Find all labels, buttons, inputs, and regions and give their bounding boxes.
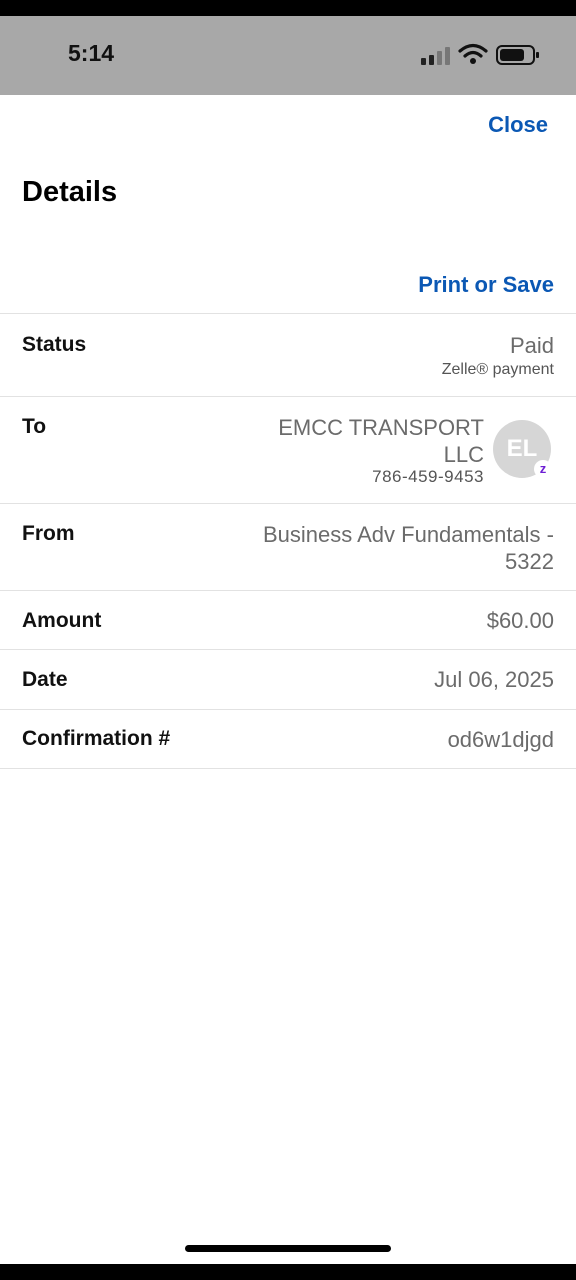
home-indicator[interactable] xyxy=(185,1245,391,1252)
from-label: From xyxy=(22,522,75,545)
divider xyxy=(0,313,576,314)
payee-name: EMCC TRANSPORT LLC xyxy=(278,415,484,467)
date-value: Jul 06, 2025 xyxy=(434,667,554,692)
confirmation-number: od6w1djgd xyxy=(447,727,554,752)
status-bar: 5:14 xyxy=(0,16,576,95)
battery-icon xyxy=(496,45,539,65)
to-label: To xyxy=(22,415,47,438)
amount-label: Amount xyxy=(22,609,102,632)
divider xyxy=(0,503,576,504)
divider xyxy=(0,709,576,710)
close-button[interactable]: Close xyxy=(488,112,548,138)
divider xyxy=(0,649,576,650)
status-value: Paid xyxy=(509,333,554,358)
cellular-signal-icon xyxy=(421,47,451,65)
divider xyxy=(0,396,576,397)
screen: 5:14 Close Details Print or Save Status … xyxy=(0,0,576,1280)
status-time: 5:14 xyxy=(68,40,115,66)
status-label: Status xyxy=(22,333,87,356)
date-label: Date xyxy=(22,668,68,691)
page-title: Details xyxy=(22,176,118,208)
print-or-save-button[interactable]: Print or Save xyxy=(418,272,554,298)
from-account: Business Adv Fundamentals - 5322 xyxy=(262,522,554,574)
top-bezel xyxy=(0,0,576,16)
divider xyxy=(0,768,576,769)
confirmation-label: Confirmation # xyxy=(22,727,171,750)
divider xyxy=(0,590,576,591)
payee-phone: 786-459-9453 xyxy=(372,467,484,486)
zelle-icon: z xyxy=(534,460,552,478)
bottom-bezel xyxy=(0,1264,576,1280)
amount-value: $60.00 xyxy=(486,608,554,633)
wifi-icon xyxy=(458,43,488,64)
payment-method: Zelle® payment xyxy=(441,361,554,378)
